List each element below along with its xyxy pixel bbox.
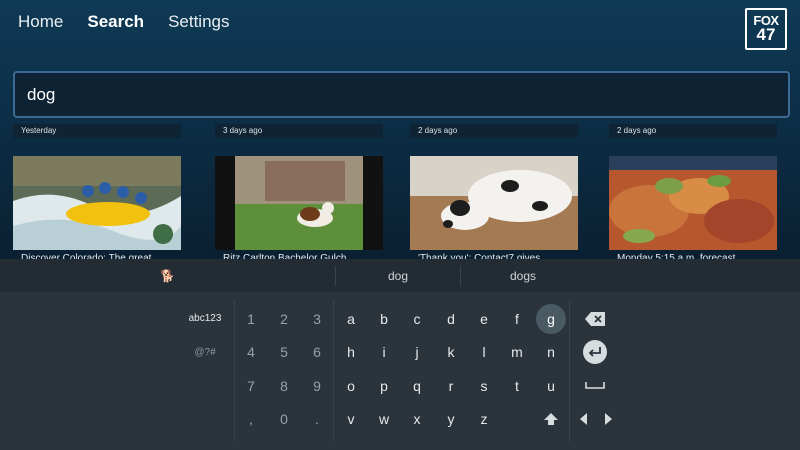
key-n[interactable]: n [534, 337, 568, 367]
key-4[interactable]: 4 [234, 337, 268, 367]
key-m[interactable]: m [500, 337, 534, 367]
key-f[interactable]: f [500, 304, 534, 334]
key-i[interactable]: i [367, 337, 401, 367]
nav-settings[interactable]: Settings [168, 12, 229, 32]
key-x[interactable]: x [400, 404, 434, 434]
mode-abc123[interactable]: abc123 [180, 313, 230, 324]
key-j[interactable]: j [400, 337, 434, 367]
key-s[interactable]: s [467, 371, 501, 401]
key-h[interactable]: h [334, 337, 368, 367]
key-t[interactable]: t [500, 371, 534, 401]
cursor-right-key[interactable] [594, 405, 622, 433]
fox47-logo: FOX 47 [745, 8, 787, 50]
key-d[interactable]: d [434, 304, 468, 334]
key-3[interactable]: 3 [300, 304, 334, 334]
key-e[interactable]: e [467, 304, 501, 334]
key-r[interactable]: r [434, 371, 468, 401]
result-timestamp: 2 days ago [609, 124, 777, 138]
suggestion-dog[interactable]: dog [336, 269, 460, 283]
key-c[interactable]: c [400, 304, 434, 334]
mode-symbols[interactable]: @?# [180, 347, 230, 358]
key-comma[interactable]: , [234, 404, 268, 434]
result-timestamp: 3 days ago [215, 124, 383, 138]
weather-map-thumbnail [609, 156, 777, 250]
key-v[interactable]: v [334, 404, 368, 434]
key-p[interactable]: p [367, 371, 401, 401]
result-timestamp: Yesterday [13, 124, 181, 138]
space-icon [585, 382, 605, 389]
backspace-key[interactable] [581, 305, 609, 333]
backspace-icon [585, 312, 605, 326]
result-card[interactable]: 2 days ago 'Thank you': Contact7 gives..… [410, 124, 578, 264]
key-y[interactable]: y [434, 404, 468, 434]
enter-key[interactable] [583, 340, 607, 364]
arrow-right-icon [605, 413, 612, 425]
suggestion-dogs[interactable]: dogs [461, 269, 585, 283]
shift-icon [544, 413, 558, 425]
key-5[interactable]: 5 [267, 337, 301, 367]
key-o[interactable]: o [334, 371, 368, 401]
top-nav: Home Search Settings [18, 12, 230, 32]
key-7[interactable]: 7 [234, 371, 268, 401]
key-w[interactable]: w [367, 404, 401, 434]
result-card[interactable]: 3 days ago Ritz Carlton Bachelor Gulch..… [215, 124, 383, 264]
nav-search[interactable]: Search [87, 12, 144, 32]
result-timestamp: 2 days ago [410, 124, 578, 138]
nav-home[interactable]: Home [18, 12, 63, 32]
logo-line2: 47 [756, 25, 776, 45]
key-0[interactable]: 0 [267, 404, 301, 434]
key-k[interactable]: k [434, 337, 468, 367]
on-screen-keyboard: abc123 @?# 1 2 3 4 5 6 7 8 9 , 0 . a b c… [0, 292, 800, 450]
arrow-left-icon [580, 413, 587, 425]
key-g-focused[interactable]: g [536, 304, 566, 334]
key-8[interactable]: 8 [267, 371, 301, 401]
key-a[interactable]: a [334, 304, 368, 334]
search-box[interactable] [13, 71, 790, 118]
dog-lawn-thumbnail [215, 156, 383, 250]
result-card[interactable]: 2 days ago Monday 5:15 a.m. forecast [609, 124, 777, 264]
enter-icon [588, 347, 601, 357]
key-1[interactable]: 1 [234, 304, 268, 334]
suggestion-strip: 🐕 dog dogs [0, 259, 800, 292]
key-l[interactable]: l [467, 337, 501, 367]
key-6[interactable]: 6 [300, 337, 334, 367]
suggestion-emoji[interactable]: 🐕 [0, 269, 335, 283]
key-period[interactable]: . [300, 404, 334, 434]
key-9[interactable]: 9 [300, 371, 334, 401]
space-key[interactable] [581, 371, 609, 399]
key-u[interactable]: u [534, 371, 568, 401]
rafting-thumbnail [13, 156, 181, 250]
shift-key[interactable] [534, 404, 568, 434]
key-z[interactable]: z [467, 404, 501, 434]
key-b[interactable]: b [367, 304, 401, 334]
search-input[interactable] [25, 83, 778, 106]
great-dane-thumbnail [410, 156, 578, 250]
key-q[interactable]: q [400, 371, 434, 401]
key-2[interactable]: 2 [267, 304, 301, 334]
result-card[interactable]: Yesterday Discover Colorado: The great..… [13, 124, 181, 264]
